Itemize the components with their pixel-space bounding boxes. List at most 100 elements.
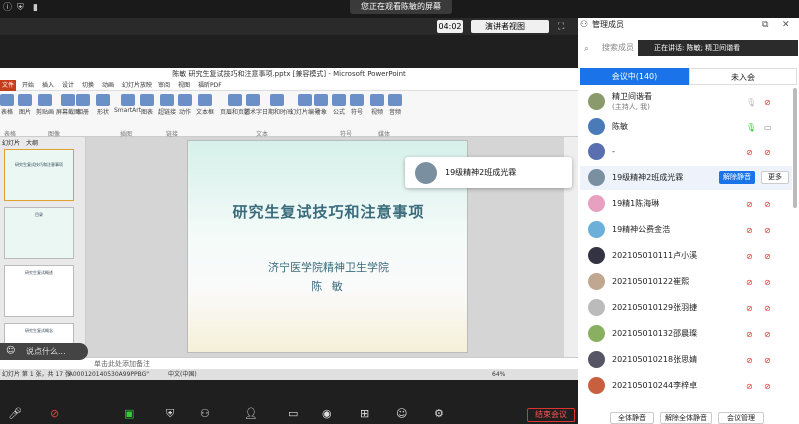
meeting-management-button[interactable]: 会议管理	[718, 412, 764, 424]
mic-muted-icon[interactable]: ⊘	[746, 252, 753, 261]
ribbon-btn-datetime[interactable]: 日期和时间	[262, 94, 292, 116]
ribbon-btn-object[interactable]: 对象	[314, 94, 328, 116]
member-row[interactable]: 19精1陈海琳 ⊘ ⊘	[580, 192, 792, 216]
ribbon-btn-album[interactable]: 相册	[76, 94, 90, 116]
ribbon-btn-table[interactable]: 表格	[0, 94, 14, 116]
member-row[interactable]: 19精神公费金浩 ⊘ ⊘	[580, 218, 792, 242]
microphone-icon[interactable]: 🎙︎	[746, 123, 756, 132]
record-icon[interactable]: ◉	[322, 407, 332, 420]
mic-muted-icon[interactable]: ⊘	[746, 304, 753, 313]
mic-muted-icon[interactable]: ⊘	[746, 200, 753, 209]
member-row[interactable]: 19级精神2班成光霖 解除静音 更多	[580, 166, 792, 190]
member-row[interactable]: 202105010129张羽捷 ⊘ ⊘	[580, 296, 792, 320]
status-zoom[interactable]: 64%	[492, 369, 505, 380]
camera-off-icon[interactable]: ⊘	[50, 407, 59, 420]
mic-muted-icon[interactable]: ⊘	[746, 278, 753, 287]
speaker-video-popup[interactable]: 19级精神2班成光霖	[405, 157, 572, 188]
ribbon-btn-symbol[interactable]: 符号	[350, 94, 364, 116]
presenter-view-button[interactable]: 演讲者视图	[471, 20, 549, 33]
settings-icon[interactable]: ⚙	[434, 407, 444, 420]
member-name: 陈敏	[612, 122, 628, 131]
camera-off-icon[interactable]: ⊘	[764, 304, 771, 313]
camera-icon[interactable]: ▭	[764, 123, 772, 132]
microphone-icon[interactable]: 🎙︎	[746, 98, 756, 107]
unmute-all-button[interactable]: 解除全体静音	[660, 412, 712, 424]
tab-in-meeting[interactable]: 会议中(140)	[580, 68, 689, 85]
tab-not-joined[interactable]: 未入会	[689, 68, 797, 85]
member-search-input[interactable]: 搜索成员	[592, 40, 640, 56]
camera-off-icon[interactable]: ⊘	[764, 148, 771, 157]
ribbon-btn-shapes[interactable]: 形状	[96, 94, 110, 116]
camera-off-icon[interactable]: ⊘	[764, 278, 771, 287]
share-screen-icon[interactable]: ▣	[124, 407, 134, 420]
ribbon-btn-video[interactable]: 视频	[370, 94, 384, 116]
mic-muted-icon[interactable]: ⊘	[746, 382, 753, 391]
interact-icon[interactable]: ☺	[396, 407, 407, 420]
panel-tab-slides[interactable]: 幻灯片	[2, 138, 20, 147]
signal-icon[interactable]: ▮	[33, 3, 38, 14]
member-row[interactable]: 202105010244李梓卓 ⊘ ⊘	[580, 374, 792, 398]
camera-off-icon[interactable]: ⊘	[764, 330, 771, 339]
info-icon[interactable]: ⓘ	[3, 3, 12, 14]
slide-thumb-1[interactable]: 研究生复试技巧和注意事项	[4, 149, 74, 201]
ribbon-btn-audio[interactable]: 音频	[388, 94, 402, 116]
mic-muted-icon[interactable]: ⊘	[746, 148, 753, 157]
ribbon-btn-chart[interactable]: 图表	[140, 94, 154, 116]
unmute-member-button[interactable]: 解除静音	[719, 171, 755, 184]
shield-icon[interactable]: ⛨	[17, 3, 24, 14]
member-name: 202105010129张羽捷	[612, 303, 698, 312]
ribbon-btn-wordart[interactable]: 艺术字	[244, 94, 262, 116]
popout-icon[interactable]: ⧉	[762, 20, 768, 31]
close-icon[interactable]: ✕	[782, 20, 790, 31]
camera-off-icon[interactable]: ⊘	[764, 382, 771, 391]
camera-off-icon[interactable]: ⊘	[764, 98, 771, 107]
security-icon[interactable]: ⛨	[166, 407, 174, 421]
microphone-icon[interactable]: 🎤︎	[8, 407, 22, 420]
ribbon-btn-equation[interactable]: 公式	[332, 94, 346, 116]
mic-muted-icon[interactable]: ⊘	[746, 226, 753, 235]
tab-transition[interactable]: 切换	[82, 80, 94, 91]
slide-thumb-2[interactable]: 目录	[4, 207, 74, 259]
tab-home[interactable]: 开始	[22, 80, 34, 91]
member-row[interactable]: 202105010218张思婧 ⊘ ⊘	[580, 348, 792, 372]
ribbon-btn-action[interactable]: 动作	[178, 94, 192, 116]
ribbon-btn-hyperlink[interactable]: 超链接	[158, 94, 176, 116]
ribbon-btn-smartart[interactable]: SmartArt	[114, 94, 141, 114]
fullscreen-icon[interactable]: ⛶	[558, 22, 564, 33]
camera-off-icon[interactable]: ⊘	[764, 252, 771, 261]
tab-view[interactable]: 视图	[178, 80, 190, 91]
tab-insert[interactable]: 插入	[42, 80, 54, 91]
camera-off-icon[interactable]: ⊘	[764, 356, 771, 365]
members-icon[interactable]: ⚇	[200, 407, 210, 420]
slide-thumb-3[interactable]: 研究生复试概述	[4, 265, 74, 317]
notes-pane[interactable]: 单击此处添加备注	[86, 357, 578, 369]
tab-animation[interactable]: 动画	[102, 80, 114, 91]
camera-off-icon[interactable]: ⊘	[764, 200, 771, 209]
member-row[interactable]: 202105010111卢小溪 ⊘ ⊘	[580, 244, 792, 268]
ribbon-btn-picture[interactable]: 图片	[18, 94, 32, 116]
ribbon-btn-clipart[interactable]: 剪贴画	[36, 94, 54, 116]
member-list-scrollbar[interactable]	[793, 88, 797, 208]
camera-off-icon[interactable]: ⊘	[764, 226, 771, 235]
member-row[interactable]: 202105010132邵晨璨 ⊘ ⊘	[580, 322, 792, 346]
tab-file[interactable]: 文件	[0, 80, 16, 91]
tab-foxit-pdf[interactable]: 福昕PDF	[198, 80, 222, 91]
end-meeting-button[interactable]: 结束会议	[527, 408, 575, 422]
mute-all-button[interactable]: 全体静音	[610, 412, 654, 424]
member-row[interactable]: - ⊘ ⊘	[580, 140, 792, 164]
tab-design[interactable]: 设计	[62, 80, 74, 91]
member-row[interactable]: 精卫间谐看 (主持人, 我) 🎙︎ ⊘	[580, 90, 792, 114]
ribbon-btn-textbox[interactable]: 文本框	[196, 94, 214, 116]
panel-tab-outline[interactable]: 大纲	[26, 138, 38, 147]
tab-review[interactable]: 审阅	[158, 80, 170, 91]
mic-muted-icon[interactable]: ⊘	[746, 330, 753, 339]
tab-slideshow[interactable]: 幻灯片放映	[122, 80, 152, 91]
member-row[interactable]: 202105010122崔熙 ⊘ ⊘	[580, 270, 792, 294]
member-name: 19精1陈海琳	[612, 199, 660, 208]
apps-icon[interactable]: ⊞	[360, 407, 369, 420]
chat-button-icon[interactable]: ▭	[288, 407, 298, 420]
participants-icon[interactable]: 👤︎	[244, 407, 258, 420]
member-row[interactable]: 陈敏 🎙︎ ▭	[580, 115, 792, 139]
mic-muted-icon[interactable]: ⊘	[746, 356, 753, 365]
more-button[interactable]: 更多	[761, 171, 789, 184]
